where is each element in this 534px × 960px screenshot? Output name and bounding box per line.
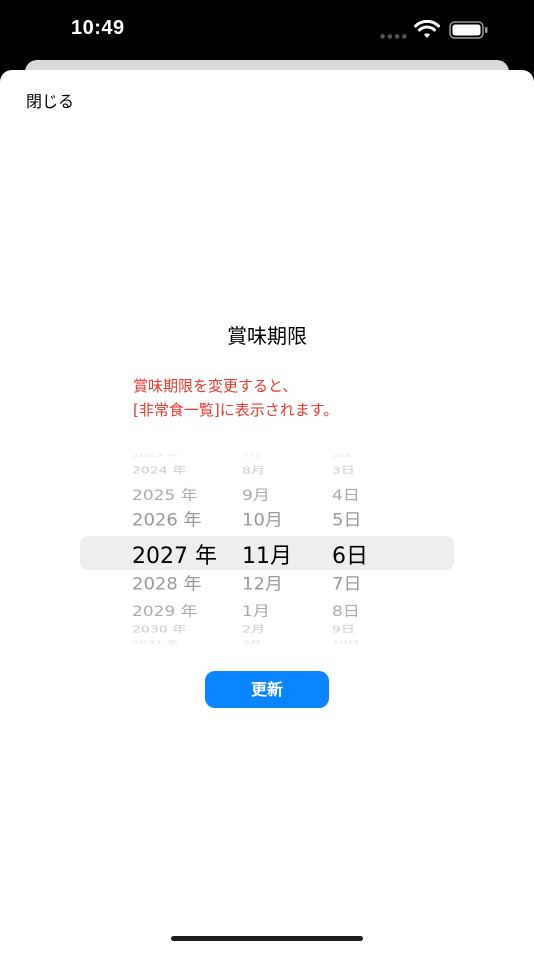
picker-selected-month[interactable]: 11月 xyxy=(230,538,320,570)
close-button[interactable]: 閉じる xyxy=(26,88,74,112)
picker-option[interactable]: 8月 xyxy=(230,463,320,477)
status-time: 10:49 xyxy=(71,17,125,39)
picker-option[interactable]: 2029 年 xyxy=(80,599,230,620)
picker-option[interactable]: 12月 xyxy=(230,571,320,596)
picker-option[interactable]: 2月 xyxy=(230,622,320,636)
picker-option[interactable]: 10月 xyxy=(230,507,320,532)
home-indicator xyxy=(171,936,363,941)
battery-icon xyxy=(449,21,488,39)
notice-text: 賞味期限を変更すると、 [非常食一覧]に表示されます。 xyxy=(133,374,338,422)
picker-option[interactable]: 8日 xyxy=(320,599,454,620)
picker-option[interactable]: 3日 xyxy=(320,463,454,477)
picker-option[interactable]: 2024 年 xyxy=(80,463,230,477)
picker-option[interactable]: 4日 xyxy=(320,483,454,504)
picker-selected-day[interactable]: 6日 xyxy=(320,538,454,570)
picker-option[interactable]: 9月 xyxy=(230,483,320,504)
picker-option[interactable]: 3月 xyxy=(230,639,320,644)
picker-option[interactable]: 9日 xyxy=(320,622,454,636)
modal-sheet: 閉じる 賞味期限 賞味期限を変更すると、 [非常食一覧]に表示されます。 202… xyxy=(0,70,534,960)
picker-option[interactable]: 2030 年 xyxy=(80,622,230,636)
picker-selected-year[interactable]: 2027 年 xyxy=(80,538,230,570)
picker-option[interactable]: 2028 年 xyxy=(80,571,230,596)
year-wheel[interactable]: 2023 年 2024 年 2025 年 2026 年 2027 年 2028 年 2029… xyxy=(80,454,230,644)
picker-option[interactable]: 2025 年 xyxy=(80,483,230,504)
status-bar: 10:49 ●●●● xyxy=(0,0,534,60)
wifi-icon xyxy=(414,20,440,38)
picker-option[interactable]: 2023 年 xyxy=(80,454,230,458)
notice-line-1: 賞味期限を変更すると、 xyxy=(133,377,298,395)
picker-option[interactable]: 7日 xyxy=(320,571,454,596)
picker-option[interactable]: 7月 xyxy=(230,454,320,458)
picker-option[interactable]: 2031 年 xyxy=(80,639,230,644)
picker-option[interactable]: 1月 xyxy=(230,599,320,620)
notice-line-2: [非常食一覧]に表示されます。 xyxy=(133,401,339,419)
date-picker[interactable]: 2023 年 2024 年 2025 年 2026 年 2027 年 2028 年 2029… xyxy=(80,454,454,644)
page-title: 賞味期限 xyxy=(227,324,307,348)
picker-option[interactable]: 5日 xyxy=(320,507,454,532)
update-button[interactable]: 更新 xyxy=(205,671,329,708)
picker-option[interactable]: 2026 年 xyxy=(80,507,230,532)
day-wheel[interactable]: 2日 3日 4日 5日 6日 7日 8日 9日 10日 xyxy=(320,454,454,644)
month-wheel[interactable]: 7月 8月 9月 10月 11月 12月 1月 2月 3月 xyxy=(230,454,320,644)
picker-option[interactable]: 2日 xyxy=(320,454,454,458)
cellular-signal-icon: ●●●● xyxy=(380,33,409,40)
picker-option[interactable]: 10日 xyxy=(320,639,454,644)
